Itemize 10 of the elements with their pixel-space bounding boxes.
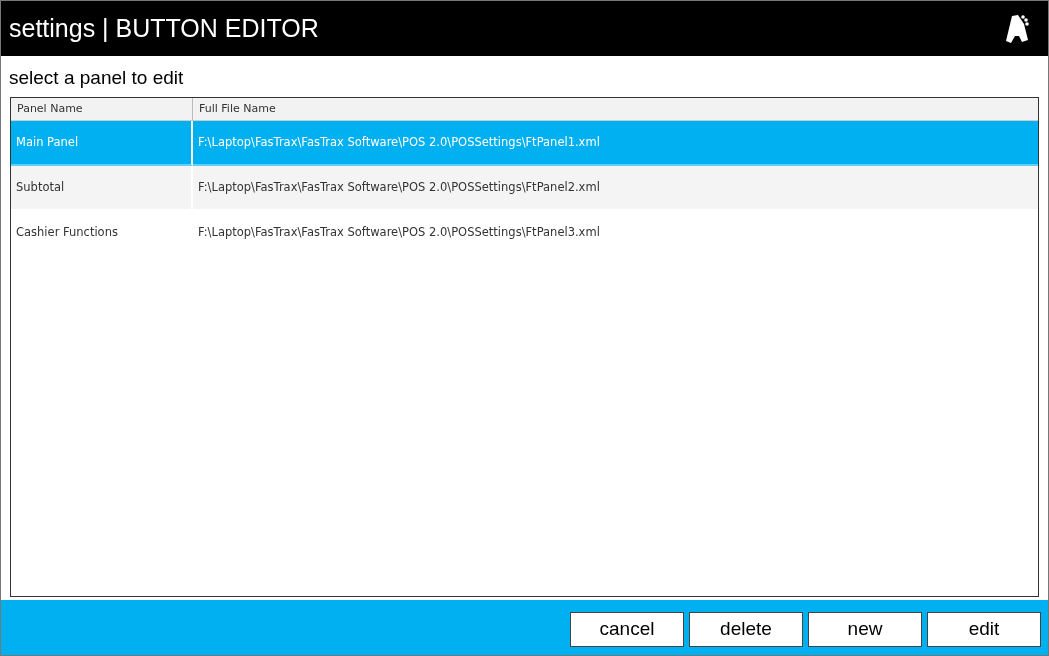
action-button[interactable]: delete bbox=[689, 611, 803, 647]
action-button[interactable]: cancel bbox=[570, 611, 684, 647]
table-cell[interactable]: F:\Laptop\FasTrax\FasTrax Software\POS 2.0\POSSettings\FtPanel2.xml bbox=[193, 166, 1038, 211]
column-header[interactable]: Full File Name bbox=[193, 98, 1038, 121]
section-heading: select a panel to edit bbox=[9, 67, 185, 90]
column-header[interactable]: Panel Name bbox=[11, 98, 193, 121]
table-cell[interactable]: Subtotal bbox=[11, 166, 193, 211]
action-button[interactable]: edit bbox=[927, 611, 1041, 647]
window-title: settings | BUTTON EDITOR bbox=[9, 14, 319, 43]
action-button[interactable]: new bbox=[808, 611, 922, 647]
